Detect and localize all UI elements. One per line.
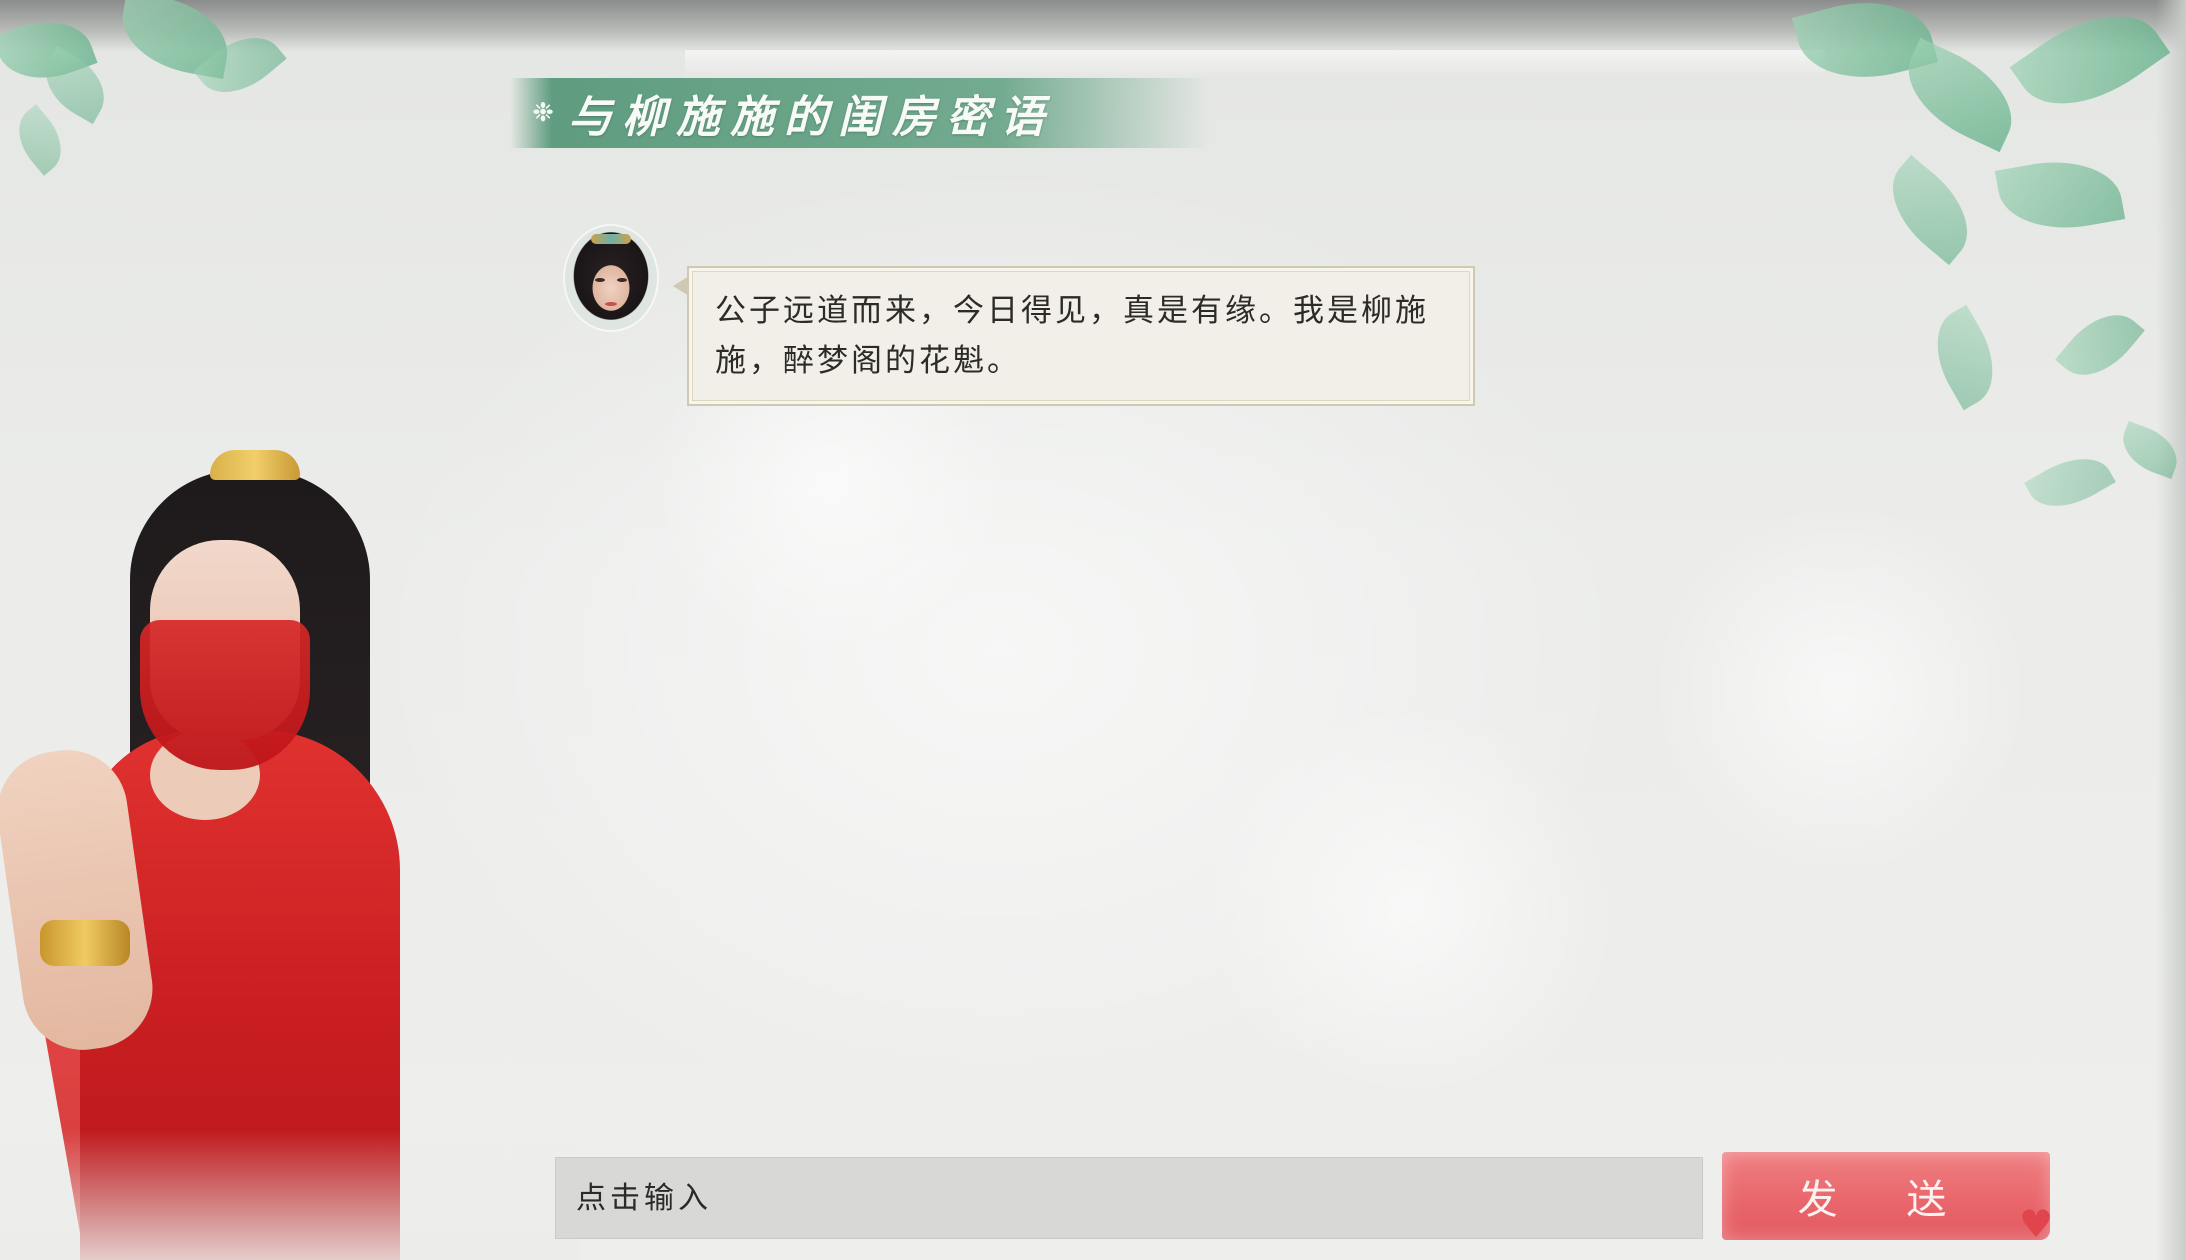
npc-avatar xyxy=(565,226,657,330)
chat-message-text: 公子远道而来，今日得见，真是有缘。我是柳施施，醉梦阁的花魁。 xyxy=(715,293,1429,379)
character-portrait xyxy=(0,430,580,1260)
dialog-screen: ❉ 与柳施施的闺房密语 公子远道而来，今日得见，真是有缘。我是柳施施，醉梦阁的花… xyxy=(0,0,2186,1260)
right-edge-shade xyxy=(2156,0,2186,1260)
chat-message-bubble: 公子远道而来，今日得见，真是有缘。我是柳施施，醉梦阁的花魁。 xyxy=(687,266,1475,406)
heart-icon: ♥ xyxy=(2018,1202,2054,1246)
message-input-box[interactable] xyxy=(555,1157,1703,1239)
top-divider xyxy=(685,50,1825,78)
send-button[interactable]: 发 送 xyxy=(1722,1152,2050,1240)
snowflake-icon: ❉ xyxy=(532,98,554,128)
page-title: 与柳施施的闺房密语 xyxy=(568,92,1054,143)
chat-log[interactable]: 公子远道而来，今日得见，真是有缘。我是柳施施，醉梦阁的花魁。 xyxy=(555,220,2075,1120)
send-button-label: 发 送 xyxy=(1797,1177,1975,1223)
message-input[interactable] xyxy=(574,1179,1702,1217)
title-banner: ❉ 与柳施施的闺房密语 xyxy=(510,78,1210,148)
